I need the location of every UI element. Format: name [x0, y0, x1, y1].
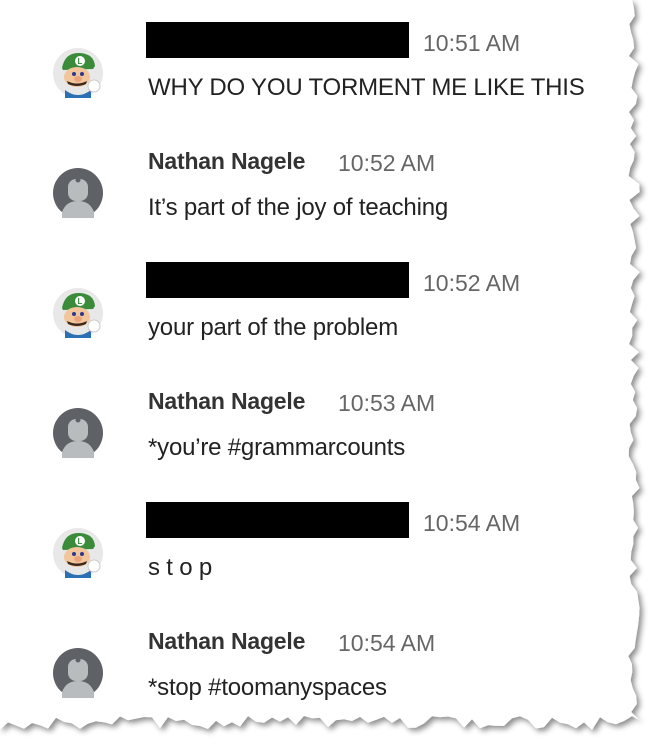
message-timestamp: 10:53 AM	[338, 390, 436, 416]
svg-text:L: L	[78, 537, 83, 546]
sender-name[interactable]: Nathan Nagele	[148, 628, 305, 655]
message-text: *stop #toomanyspaces	[148, 674, 387, 701]
default-user-avatar-icon[interactable]	[53, 648, 103, 698]
chat-message: Nathan Nagele 10:52 AM It’s part of the …	[0, 142, 640, 252]
chat-message: Nathan Nagele 10:53 AM *you’re #grammarc…	[0, 382, 640, 492]
message-timestamp: 10:51 AM	[423, 30, 521, 56]
message-text: It’s part of the joy of teaching	[148, 194, 449, 221]
luigi-avatar-icon[interactable]: L	[53, 288, 103, 338]
sender-name[interactable]: Nathan Nagele	[148, 148, 305, 175]
redacted-sender-name	[146, 262, 409, 298]
svg-text:L: L	[78, 297, 83, 306]
screenshot-page: L 10:51 AM WHY DO YOU TORMENT ME LIKE TH…	[0, 0, 662, 752]
message-timestamp: 10:52 AM	[423, 270, 521, 296]
message-timestamp: 10:54 AM	[423, 510, 521, 536]
sender-name[interactable]: Nathan Nagele	[148, 388, 305, 415]
chat-message: L 10:54 AM s t o p	[0, 502, 640, 612]
message-text: WHY DO YOU TORMENT ME LIKE THIS	[148, 74, 585, 101]
message-text: *you’re #grammarcounts	[148, 434, 406, 461]
message-text: your part of the problem	[148, 314, 399, 341]
chat-message: L 10:51 AM WHY DO YOU TORMENT ME LIKE TH…	[0, 22, 640, 132]
message-timestamp: 10:54 AM	[338, 630, 436, 656]
luigi-avatar-icon[interactable]: L	[53, 528, 103, 578]
svg-text:L: L	[78, 57, 83, 66]
luigi-avatar-icon[interactable]: L	[53, 48, 103, 98]
message-timestamp: 10:52 AM	[338, 150, 436, 176]
default-user-avatar-icon[interactable]	[53, 408, 103, 458]
message-text: s t o p	[148, 554, 212, 581]
redacted-sender-name	[146, 22, 409, 58]
chat-message: L 10:52 AM your part of the problem	[0, 262, 640, 372]
default-user-avatar-icon[interactable]	[53, 168, 103, 218]
chat-message: Nathan Nagele 10:54 AM *stop #toomanyspa…	[0, 622, 640, 732]
chat-transcript: L 10:51 AM WHY DO YOU TORMENT ME LIKE TH…	[0, 0, 662, 752]
redacted-sender-name	[146, 502, 409, 538]
